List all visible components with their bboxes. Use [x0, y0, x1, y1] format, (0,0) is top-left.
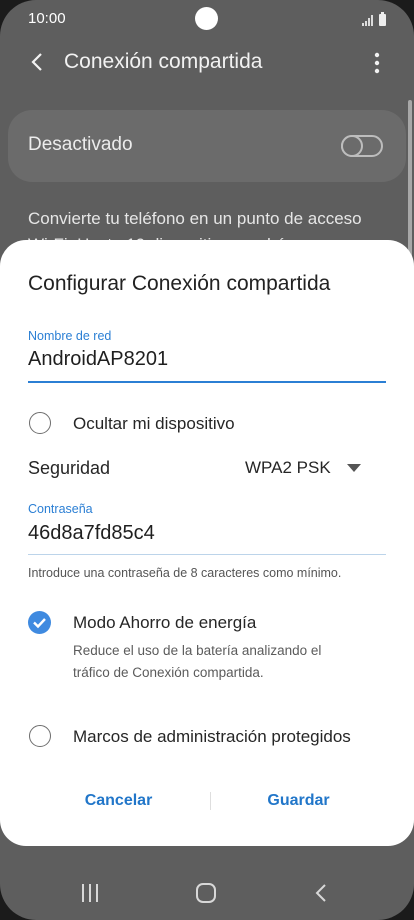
- battery-icon: [379, 12, 386, 26]
- checkmark-icon: [33, 618, 46, 629]
- phone-screen: 10:00 Conexión compartida Desactivado Co…: [0, 0, 414, 920]
- password-label: Contraseña: [28, 502, 93, 516]
- front-camera: [195, 7, 218, 30]
- button-divider: [210, 792, 211, 810]
- power-saving-description-line-1: Reduce el uso de la batería analizando e…: [73, 643, 322, 658]
- recent-apps-icon[interactable]: [80, 883, 100, 903]
- hide-device-label: Ocultar mi dispositivo: [73, 414, 235, 433]
- dialog-title: Configurar Conexión compartida: [28, 272, 331, 295]
- switch-knob: [341, 135, 363, 157]
- more-options-icon[interactable]: [370, 52, 384, 74]
- home-icon[interactable]: [195, 882, 217, 904]
- configure-hotspot-dialog: Configurar Conexión compartida Nombre de…: [0, 240, 414, 846]
- pmf-radio[interactable]: [29, 725, 51, 747]
- security-label: Seguridad: [28, 458, 111, 478]
- save-button[interactable]: Guardar: [240, 792, 357, 810]
- navigation-bar: [0, 860, 414, 920]
- pmf-label: Marcos de administración protegidos: [73, 727, 351, 746]
- back-nav-icon[interactable]: [313, 883, 329, 903]
- security-dropdown[interactable]: WPA2 PSK: [245, 458, 331, 478]
- password-underline: [28, 554, 386, 555]
- password-input[interactable]: 46d8a7fd85c4: [28, 522, 155, 545]
- status-time: 10:00: [28, 10, 66, 27]
- status-icons: [362, 12, 386, 26]
- hotspot-toggle-label: Desactivado: [28, 134, 133, 155]
- hide-device-radio[interactable]: [29, 412, 51, 434]
- back-arrow-icon[interactable]: [26, 50, 50, 74]
- cancel-button[interactable]: Cancelar: [60, 792, 177, 810]
- page-title: Conexión compartida: [64, 50, 263, 73]
- signal-icon: [362, 15, 373, 26]
- status-bar: 10:00: [0, 0, 414, 38]
- network-name-underline: [28, 381, 386, 383]
- scrollbar[interactable]: [408, 100, 412, 270]
- network-name-label: Nombre de red: [28, 329, 112, 343]
- hotspot-switch[interactable]: [341, 135, 383, 157]
- password-hint: Introduce una contraseña de 8 caracteres…: [28, 566, 342, 580]
- power-saving-description-line-2: tráfico de Conexión compartida.: [73, 665, 264, 680]
- app-bar: Conexión compartida: [0, 40, 414, 86]
- hotspot-toggle-row[interactable]: Desactivado: [8, 110, 406, 182]
- network-name-input[interactable]: AndroidAP8201: [28, 348, 168, 371]
- power-saving-checkbox[interactable]: [28, 611, 51, 634]
- dropdown-arrow-icon[interactable]: [347, 464, 361, 472]
- power-saving-label: Modo Ahorro de energía: [73, 613, 257, 632]
